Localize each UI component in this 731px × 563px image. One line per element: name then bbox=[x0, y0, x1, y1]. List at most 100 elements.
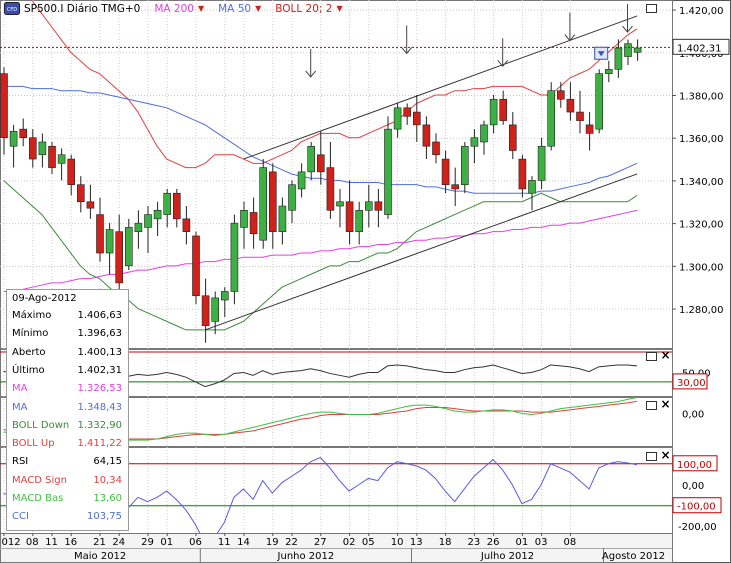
candle-body bbox=[537, 145, 546, 181]
candle-body bbox=[192, 235, 200, 297]
candle-body bbox=[480, 124, 488, 143]
data-window-key: BOLL Down bbox=[12, 419, 70, 431]
data-window-value: 64,15 bbox=[93, 456, 122, 468]
date-tick-label: 26 bbox=[487, 537, 500, 548]
candle-body bbox=[67, 158, 75, 185]
candle-body bbox=[345, 201, 354, 232]
candle-body bbox=[566, 98, 575, 113]
date-tick-label: 08 bbox=[26, 537, 39, 548]
price-tick-label: 1.340,00 bbox=[679, 177, 724, 188]
maximize-price-panel-button[interactable] bbox=[646, 4, 657, 13]
candle-body bbox=[336, 201, 344, 207]
ma50-indicator-toggle[interactable]: MA 50 ▼ bbox=[218, 3, 261, 15]
data-window-row: MACD Bas 13,60 bbox=[12, 493, 125, 510]
date-tick-label: 03 bbox=[535, 537, 548, 548]
data-window-row: BOLL Down 1.332,90 bbox=[12, 420, 125, 437]
price-tick-label: 1.280,00 bbox=[679, 305, 724, 316]
boll-label: BOLL 20; 2 bbox=[275, 2, 333, 15]
price-tick-label: 1.320,00 bbox=[679, 220, 724, 231]
candle-body bbox=[115, 231, 123, 284]
cci-low-level-label: -100,00 bbox=[677, 502, 716, 513]
data-window-value: 13,60 bbox=[93, 493, 122, 504]
price-tick-label: 1.380,00 bbox=[679, 91, 724, 102]
price-tick-label: 1.420,00 bbox=[679, 6, 724, 17]
ma200-indicator-toggle[interactable]: MA 200 ▼ bbox=[154, 3, 204, 15]
maximize-cci-panel-button[interactable] bbox=[646, 452, 657, 461]
candle-body bbox=[297, 171, 306, 190]
date-tick-label: 012 bbox=[2, 537, 21, 548]
candle-body bbox=[201, 295, 210, 326]
boll-indicator-toggle[interactable]: BOLL 20; 2 ▼ bbox=[275, 3, 342, 15]
cci-tick-label: -200,00 bbox=[678, 522, 717, 533]
candle-body bbox=[57, 154, 66, 164]
candle-body bbox=[374, 201, 383, 211]
symbol-selector[interactable]: CFD SP500.I Diário TMG+0 bbox=[4, 2, 140, 15]
date-tick-label: 11 bbox=[45, 537, 58, 548]
data-window-key: BOLL Up bbox=[12, 438, 55, 450]
svg-text:CFD: CFD bbox=[7, 7, 17, 13]
close-cci-panel-button[interactable]: × bbox=[660, 449, 671, 461]
data-window-key: Último bbox=[12, 364, 45, 376]
candle-body bbox=[508, 124, 517, 151]
candle-body bbox=[355, 210, 364, 232]
candle-body bbox=[211, 297, 219, 322]
date-tick-label: 11 bbox=[218, 537, 231, 548]
close-rsi-panel-button[interactable]: × bbox=[660, 349, 671, 361]
maximize-macd-panel-button[interactable] bbox=[646, 401, 657, 410]
candle-body bbox=[364, 201, 373, 211]
candle-body bbox=[556, 90, 565, 100]
data-window-row: Máximo 1.406,63 bbox=[12, 310, 125, 327]
date-tick-label: 23 bbox=[468, 537, 481, 548]
data-window-key: Máximo bbox=[12, 310, 52, 321]
candle-body bbox=[460, 145, 469, 185]
candle-body bbox=[422, 124, 431, 147]
ma50-label: MA 50 bbox=[218, 2, 252, 15]
date-tick-label: 01 bbox=[160, 537, 173, 548]
cci-high-level-label: 100,00 bbox=[677, 460, 712, 471]
data-window-value: 103,75 bbox=[87, 511, 122, 523]
candle-body bbox=[288, 184, 296, 211]
data-window-value: 10,34 bbox=[93, 474, 122, 486]
candle-body bbox=[134, 222, 143, 232]
candle-body bbox=[86, 201, 95, 209]
data-window-value: 1.411,22 bbox=[77, 438, 122, 450]
data-window: 09-Ago-2012 Máximo 1.406,63 Mínimo 1.396,63… bbox=[6, 289, 129, 531]
data-window-value: 1.406,63 bbox=[77, 310, 122, 321]
candle-body bbox=[0, 73, 8, 138]
data-window-value: 1.400,13 bbox=[77, 346, 122, 358]
maximize-rsi-panel-button[interactable] bbox=[646, 352, 657, 361]
close-macd-panel-button[interactable]: × bbox=[660, 398, 671, 410]
candle-body bbox=[163, 192, 171, 215]
date-tick-label: 29 bbox=[141, 537, 154, 548]
trend-channel-upper bbox=[243, 15, 638, 160]
candle-body bbox=[412, 111, 421, 126]
date-tick-label: 21 bbox=[93, 537, 106, 548]
data-window-key: MA bbox=[12, 383, 28, 395]
candle-body bbox=[307, 145, 316, 173]
date-tick-label: 27 bbox=[314, 537, 327, 548]
last-price-label: 1.402,31 bbox=[677, 43, 722, 54]
candle-body bbox=[144, 214, 152, 228]
instrument-logo-icon: CFD bbox=[4, 2, 20, 15]
candle-body bbox=[230, 222, 239, 292]
date-tick-label: 02 bbox=[343, 537, 356, 548]
symbol-label: SP500.I Diário TMG+0 bbox=[24, 2, 141, 15]
candle-body bbox=[77, 184, 85, 203]
date-tick-label: 22 bbox=[285, 537, 298, 548]
date-tick-label: 06 bbox=[189, 537, 202, 548]
date-tick-label: 14 bbox=[237, 537, 250, 548]
month-label: Julho 2012 bbox=[480, 551, 534, 562]
price-tick-label: 1.360,00 bbox=[679, 134, 724, 145]
data-window-value: 1.402,31 bbox=[77, 364, 122, 376]
candle-body bbox=[240, 210, 248, 228]
candle-body bbox=[595, 73, 604, 130]
candle-body bbox=[451, 184, 460, 190]
month-label: Junho 2012 bbox=[277, 551, 335, 562]
data-window-date: 09-Ago-2012 bbox=[12, 293, 77, 304]
candle-body bbox=[19, 128, 28, 138]
candle-body bbox=[326, 167, 335, 211]
ma200-label: MA 200 bbox=[154, 2, 194, 15]
data-window-row: RSI 64,15 bbox=[12, 456, 125, 473]
date-tick-label: 18 bbox=[439, 537, 452, 548]
dropdown-arrow-icon: ▼ bbox=[197, 4, 205, 13]
